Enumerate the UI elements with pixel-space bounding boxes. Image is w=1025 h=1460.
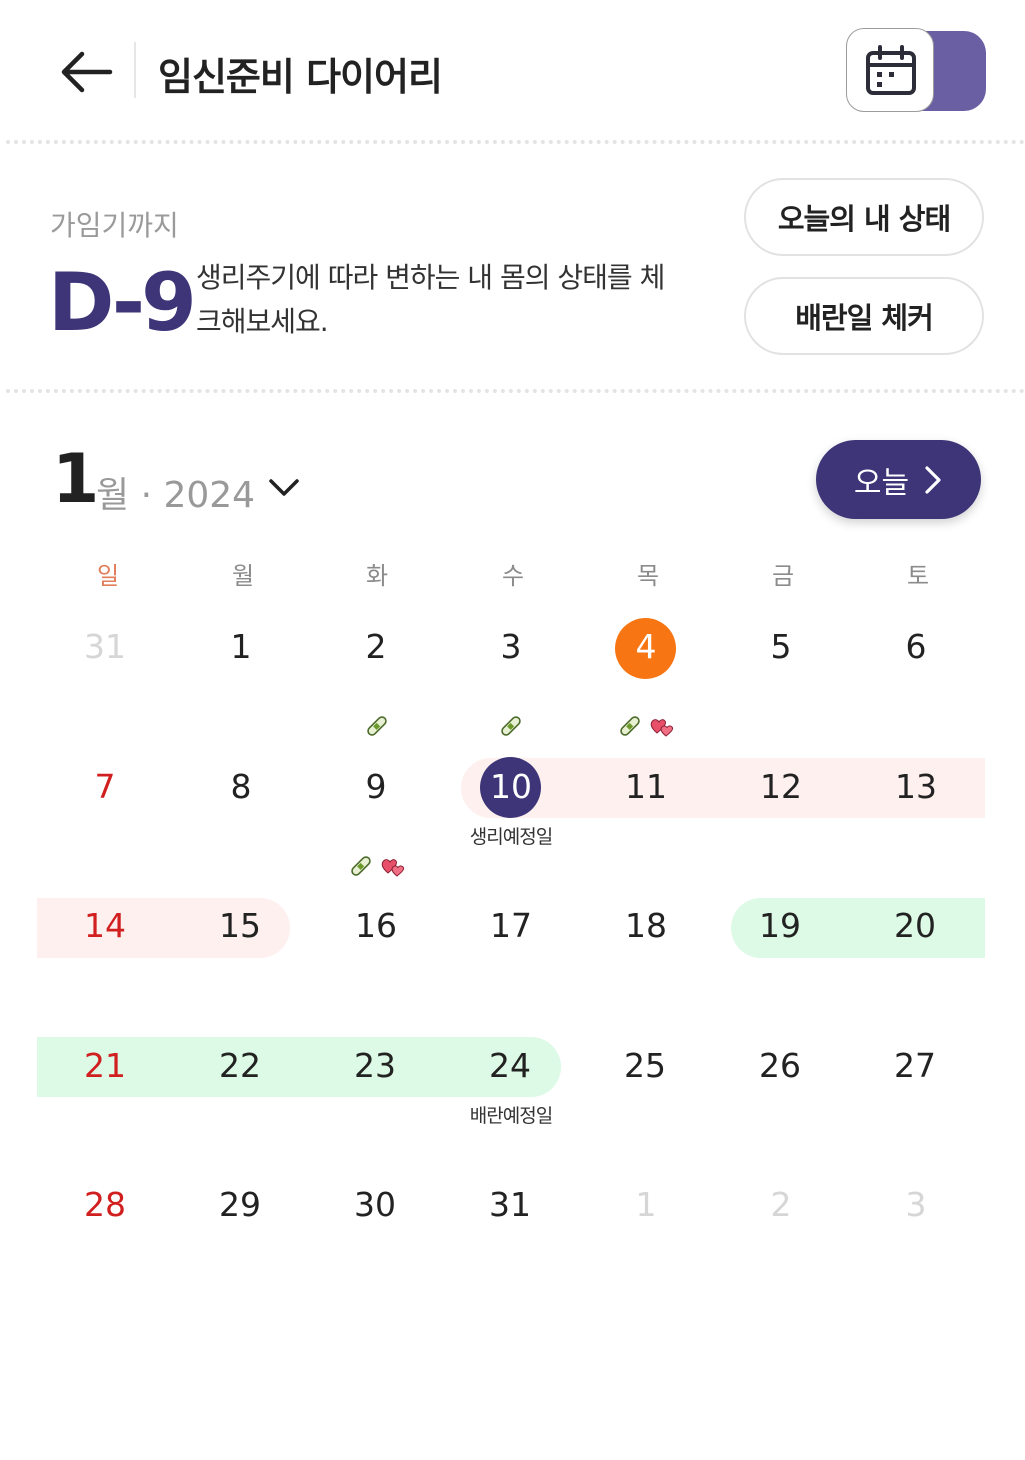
calendar-day[interactable]: 20 bbox=[865, 896, 965, 956]
page-title: 임신준비 다이어리 bbox=[158, 55, 443, 99]
back-button[interactable] bbox=[56, 44, 116, 100]
ovulation-test-icon bbox=[501, 716, 521, 736]
calendar-day[interactable]: 27 bbox=[865, 1036, 965, 1096]
month-number: 1 bbox=[52, 440, 100, 519]
today-button-label: 오늘 bbox=[853, 465, 910, 501]
calendar-day[interactable]: 7 bbox=[55, 757, 155, 817]
calendar-day[interactable]: 31 bbox=[460, 1175, 560, 1235]
ovulation-checker-button[interactable]: 배란일 체커 bbox=[744, 277, 984, 355]
calendar-day[interactable]: 26 bbox=[730, 1036, 830, 1096]
calendar-day[interactable]: 31 bbox=[55, 617, 155, 677]
toggle-knob bbox=[846, 28, 934, 112]
calendar-day[interactable]: 29 bbox=[190, 1175, 290, 1235]
calendar-day[interactable]: 6 bbox=[866, 617, 966, 677]
calendar-day[interactable]: 22 bbox=[190, 1036, 290, 1096]
chevron-down-icon bbox=[269, 479, 299, 496]
ovulation-test-icon bbox=[620, 716, 640, 736]
hearts-icon bbox=[381, 859, 405, 877]
month-year-label: 월 · 2024 bbox=[96, 475, 256, 516]
calendar-day[interactable]: 18 bbox=[596, 896, 696, 956]
today-status-button[interactable]: 오늘의 내 상태 bbox=[744, 178, 984, 256]
calendar-day[interactable]: 12 bbox=[731, 757, 831, 817]
calendar-day[interactable]: 1 bbox=[191, 617, 291, 677]
calendar-day[interactable]: 1 bbox=[596, 1175, 696, 1235]
calendar-day-today[interactable]: 4 bbox=[596, 617, 696, 677]
ovulation-expected-label: 배란예정일 bbox=[469, 1105, 553, 1127]
section-divider bbox=[6, 140, 1025, 144]
today-button[interactable]: 오늘 bbox=[816, 440, 981, 519]
ovulation-test-icon bbox=[351, 856, 371, 876]
calendar-day[interactable]: 25 bbox=[595, 1036, 695, 1096]
ovulation-test-icon bbox=[367, 716, 387, 736]
calendar-day[interactable]: 14 bbox=[55, 896, 155, 956]
calendar-day[interactable]: 23 bbox=[325, 1036, 425, 1096]
header-divider bbox=[134, 42, 136, 98]
calendar-day[interactable]: 2 bbox=[731, 1175, 831, 1235]
calendar-day[interactable]: 28 bbox=[55, 1175, 155, 1235]
calendar-day[interactable]: 2 bbox=[326, 617, 426, 677]
calendar-day-selected[interactable]: 10 bbox=[461, 757, 561, 817]
calendar-day[interactable]: 5 bbox=[731, 617, 831, 677]
month-picker-button[interactable] bbox=[266, 470, 302, 506]
weekday-tue: 화 bbox=[365, 562, 389, 590]
calendar-day[interactable]: 11 bbox=[596, 757, 696, 817]
calendar-day[interactable]: 19 bbox=[730, 896, 830, 956]
app-header: 임신준비 다이어리 bbox=[0, 0, 1025, 140]
calendar-day[interactable]: 8 bbox=[191, 757, 291, 817]
dday-caption: 가임기까지 bbox=[50, 209, 179, 242]
arrow-left-icon bbox=[61, 51, 113, 93]
calendar-day[interactable]: 15 bbox=[190, 896, 290, 956]
period-expected-label: 생리예정일 bbox=[469, 826, 553, 848]
hearts-icon bbox=[650, 719, 674, 737]
chevron-right-icon bbox=[925, 465, 941, 494]
weekday-sat: 토 bbox=[906, 562, 930, 590]
calendar-day[interactable]: 13 bbox=[866, 757, 966, 817]
weekday-sun: 일 bbox=[96, 562, 120, 590]
calendar-icon bbox=[866, 45, 916, 95]
calendar-day[interactable]: 30 bbox=[325, 1175, 425, 1235]
calendar-day[interactable]: 21 bbox=[55, 1036, 155, 1096]
calendar-day[interactable]: 16 bbox=[326, 896, 426, 956]
weekday-thu: 목 bbox=[636, 562, 660, 590]
calendar-day[interactable]: 9 bbox=[326, 757, 426, 817]
dday-value: D-9 bbox=[48, 256, 197, 349]
weekday-wed: 수 bbox=[501, 562, 525, 590]
calendar-day[interactable]: 3 bbox=[461, 617, 561, 677]
calendar-day[interactable]: 3 bbox=[866, 1175, 966, 1235]
calendar-view-toggle[interactable] bbox=[846, 28, 986, 114]
dday-description: 생리주기에 따라 변하는 내 몸의 상태를 체크해보세요. bbox=[196, 261, 665, 338]
weekday-mon: 월 bbox=[231, 562, 255, 590]
calendar-day[interactable]: 24 bbox=[460, 1036, 560, 1096]
section-divider bbox=[6, 389, 1025, 393]
calendar-day[interactable]: 17 bbox=[461, 896, 561, 956]
weekday-fri: 금 bbox=[771, 562, 795, 590]
